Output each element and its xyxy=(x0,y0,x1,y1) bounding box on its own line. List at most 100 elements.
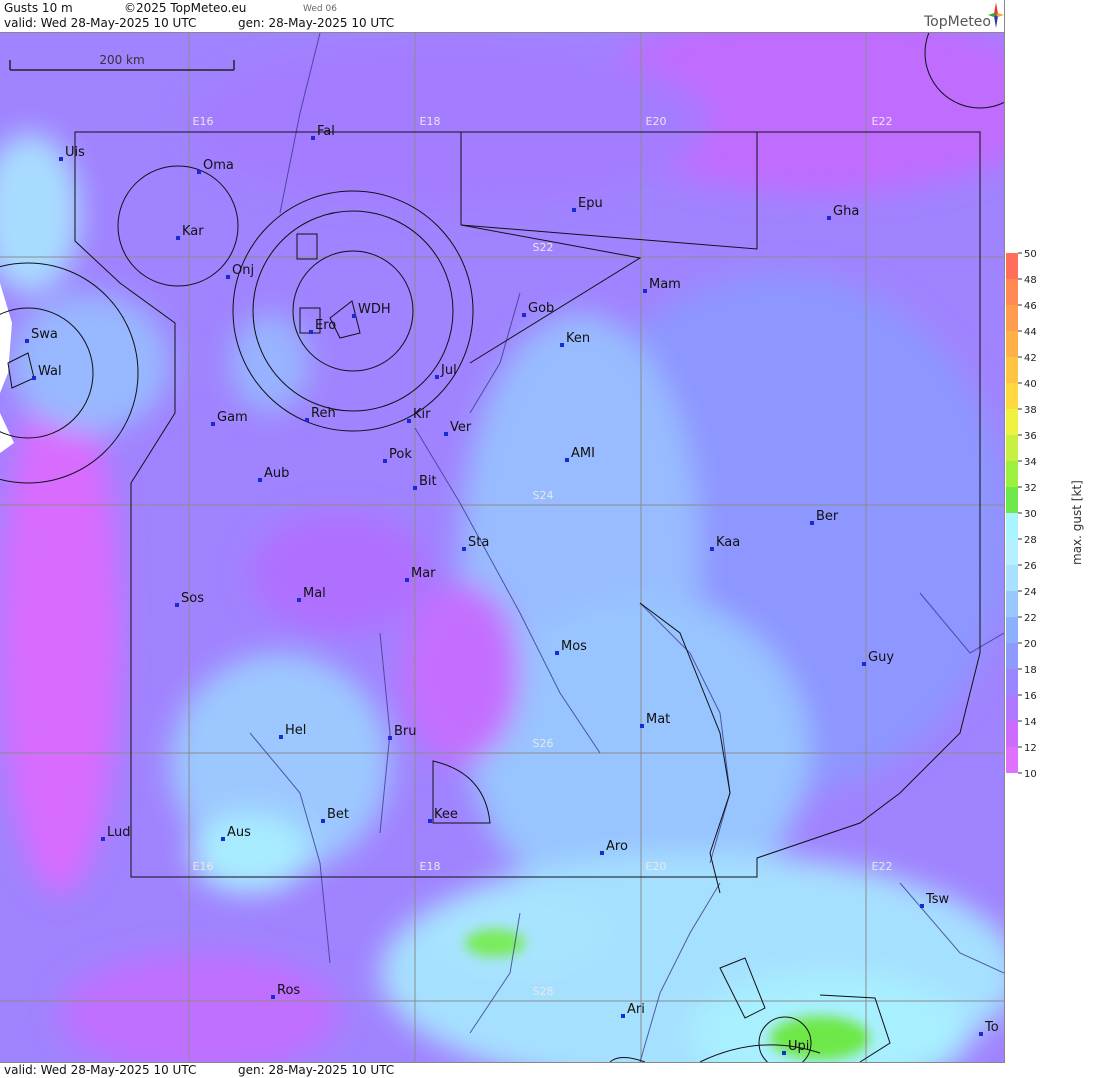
legend-swatch xyxy=(1006,331,1018,357)
place-marker xyxy=(309,330,313,334)
legend-tick-label: 36 xyxy=(1024,431,1037,442)
legend-tick-label: 24 xyxy=(1024,587,1037,598)
legend-tick-label: 38 xyxy=(1024,405,1037,416)
place-label: To xyxy=(984,1020,999,1035)
place-marker xyxy=(311,136,315,140)
place-label: Pok xyxy=(389,447,412,462)
place-marker xyxy=(782,1051,786,1055)
place-label: Uis xyxy=(65,145,85,160)
place-marker xyxy=(59,157,63,161)
legend-tick-label: 20 xyxy=(1024,639,1037,650)
place-marker xyxy=(572,208,576,212)
place-marker xyxy=(388,736,392,740)
gust-legend: 50 48 46 44 42 40 38 36 34 32 30 28 26 24 22 20 18 16 14 12… xyxy=(1006,249,1095,790)
place-label: Gob xyxy=(528,301,554,316)
legend-title: max. gust [kt] xyxy=(1070,480,1084,565)
place-marker xyxy=(175,603,179,607)
legend-swatch xyxy=(1006,721,1018,747)
place-label: Wal xyxy=(38,364,62,379)
place-marker xyxy=(643,289,647,293)
compass-star-icon xyxy=(988,2,1004,28)
place-marker xyxy=(555,651,559,655)
place-marker xyxy=(197,170,201,174)
place-marker xyxy=(321,819,325,823)
place-label: Mat xyxy=(646,712,670,727)
legend-tick-label: 44 xyxy=(1024,327,1037,338)
place-marker xyxy=(297,598,301,602)
place-label: Mos xyxy=(561,639,587,654)
place-marker xyxy=(25,339,29,343)
place-marker xyxy=(979,1032,983,1036)
place-marker xyxy=(352,314,356,318)
legend-swatch xyxy=(1006,357,1018,383)
place-marker xyxy=(600,851,604,855)
place-label: Onj xyxy=(232,263,254,278)
place-label: Bit xyxy=(419,474,437,489)
legend-tick-label: 18 xyxy=(1024,665,1037,676)
lon-label-E16: E16 xyxy=(193,860,214,873)
legend-tick-label: 32 xyxy=(1024,483,1037,494)
place-gam: Gam xyxy=(211,410,248,426)
lon-label-E18: E18 xyxy=(420,860,441,873)
place-label: Mam xyxy=(649,277,681,292)
place-marker xyxy=(405,578,409,582)
lon-label-E20: E20 xyxy=(646,860,667,873)
place-label: Gam xyxy=(217,410,248,425)
lat-label-S28: S28 xyxy=(533,985,554,998)
place-marker xyxy=(560,343,564,347)
place-label: Mal xyxy=(303,586,326,601)
lat-label-S24: S24 xyxy=(533,489,554,502)
lon-label-E22: E22 xyxy=(872,115,893,128)
lat-label-S26: S26 xyxy=(533,737,554,750)
legend-tick-label: 46 xyxy=(1024,301,1037,312)
place-label: Sta xyxy=(468,535,489,550)
legend-tick-label: 26 xyxy=(1024,561,1037,572)
copyright-text: ©2025 TopMeteo.eu xyxy=(124,1,247,15)
legend-swatch xyxy=(1006,435,1018,461)
legend-swatch xyxy=(1006,461,1018,487)
legend-swatch xyxy=(1006,747,1018,773)
legend-swatch xyxy=(1006,279,1018,305)
legend-swatch xyxy=(1006,565,1018,591)
legend-tick-label: 48 xyxy=(1024,275,1037,286)
place-wdh: WDH xyxy=(352,302,391,318)
place-label: Oma xyxy=(203,158,234,173)
place-label: Tsw xyxy=(925,892,950,907)
legend-swatch xyxy=(1006,253,1018,279)
place-marker xyxy=(279,735,283,739)
place-marker xyxy=(305,418,309,422)
legend-swatch xyxy=(1006,695,1018,721)
place-marker xyxy=(221,837,225,841)
place-mam: Mam xyxy=(643,277,681,293)
footer-generated-time: gen: 28-May-2025 10 UTC xyxy=(238,1063,395,1077)
legend-tick-label: 42 xyxy=(1024,353,1037,364)
place-marker xyxy=(522,313,526,317)
place-label: Kir xyxy=(413,407,431,422)
place-label: Epu xyxy=(578,196,603,211)
legend-swatch xyxy=(1006,305,1018,331)
legend-tick-label: 40 xyxy=(1024,379,1037,390)
place-marker xyxy=(810,521,814,525)
place-label: Upi xyxy=(788,1039,809,1054)
generated-time: gen: 28-May-2025 10 UTC xyxy=(238,16,395,30)
place-marker xyxy=(211,422,215,426)
lon-label-E18: E18 xyxy=(420,115,441,128)
legend-swatch xyxy=(1006,383,1018,409)
lon-label-E20: E20 xyxy=(646,115,667,128)
place-label: Kee xyxy=(434,807,458,822)
place-label: WDH xyxy=(358,302,391,317)
gust-map[interactable]: 200 km E16 E18 E20 E22 E16 E18 E20 E22 S22 S24 S26… xyxy=(0,33,1004,1062)
place-label: Aus xyxy=(227,825,251,840)
place-label: Lud xyxy=(107,825,131,840)
place-label: Ver xyxy=(450,420,472,435)
place-label: Reh xyxy=(311,406,336,421)
place-marker xyxy=(32,376,36,380)
map-footer: valid: Wed 28-May-2025 10 UTC gen: 28-Ma… xyxy=(0,1062,1005,1078)
place-marker xyxy=(462,547,466,551)
place-label: Bru xyxy=(394,724,417,739)
place-marker xyxy=(862,662,866,666)
place-label: Mar xyxy=(411,566,436,581)
legend-swatch xyxy=(1006,617,1018,643)
place-label: Gha xyxy=(833,204,859,219)
place-oma: Oma xyxy=(197,158,234,174)
